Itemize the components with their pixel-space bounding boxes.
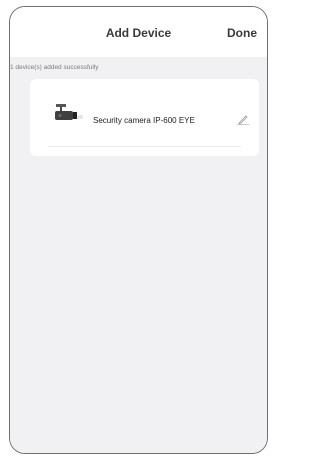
device-card[interactable]: Security camera IP-600 EYE	[30, 79, 259, 156]
edit-icon[interactable]	[237, 113, 249, 125]
divider	[48, 146, 241, 147]
security-camera-icon	[55, 104, 83, 120]
done-button[interactable]: Done	[227, 26, 257, 40]
success-message: 1 device(s) added successfully	[10, 64, 99, 71]
phone-frame: Add Device Done 1 device(s) added succes…	[9, 6, 268, 454]
content-area: 1 device(s) added successfully Security …	[10, 57, 267, 453]
nav-bar: Add Device Done	[10, 7, 267, 57]
device-name: Security camera IP-600 EYE	[93, 116, 195, 125]
